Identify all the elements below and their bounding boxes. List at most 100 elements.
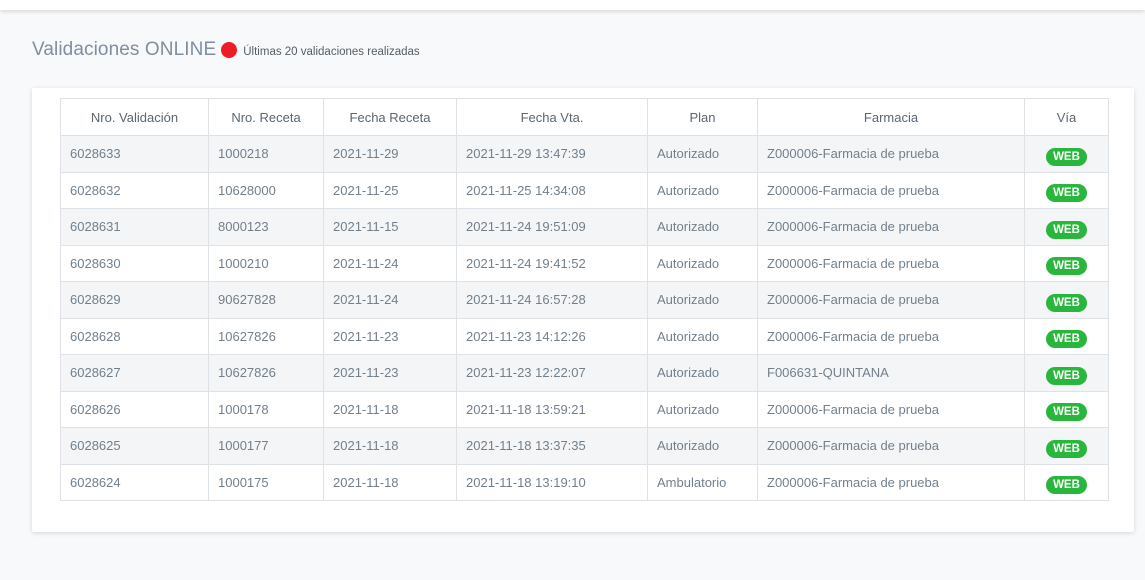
cell-fecha-receta: 2021-11-18 bbox=[323, 463, 457, 501]
cell-via: WEB bbox=[1024, 463, 1109, 501]
cell-nro-validacion: 6028630 bbox=[60, 244, 209, 282]
cell-nro-receta: 10627826 bbox=[208, 354, 324, 392]
cell-fecha-vta: 2021-11-18 13:37:35 bbox=[456, 427, 648, 465]
column-header-fecha-vta[interactable]: Fecha Vta. bbox=[456, 98, 648, 136]
cell-fecha-vta: 2021-11-25 14:34:08 bbox=[456, 171, 648, 209]
cell-nro-receta: 1000210 bbox=[208, 244, 324, 282]
column-header-via[interactable]: Vía bbox=[1024, 98, 1109, 136]
column-header-nro-validacion[interactable]: Nro. Validación bbox=[60, 98, 209, 136]
cell-plan: Autorizado bbox=[647, 317, 758, 355]
table-row[interactable]: 6028624 1000175 2021-11-18 2021-11-18 13:19… bbox=[60, 463, 1109, 501]
table-row[interactable]: 6028631 8000123 2021-11-15 2021-11-24 19:51… bbox=[60, 208, 1109, 246]
cell-via: WEB bbox=[1024, 427, 1109, 465]
page-title: Validaciones ONLINE bbox=[32, 39, 217, 60]
cell-fecha-receta: 2021-11-18 bbox=[323, 390, 457, 428]
cell-plan: Ambulatorio bbox=[647, 463, 758, 501]
cell-nro-receta: 1000177 bbox=[208, 427, 324, 465]
cell-fecha-receta: 2021-11-24 bbox=[323, 244, 457, 282]
validations-table: Nro. Validación Nro. Receta Fecha Receta… bbox=[60, 98, 1109, 501]
via-badge: WEB bbox=[1046, 330, 1087, 349]
cell-via: WEB bbox=[1024, 281, 1109, 319]
cell-fecha-vta: 2021-11-23 14:12:26 bbox=[456, 317, 648, 355]
cell-farmacia: Z000006-Farmacia de prueba bbox=[757, 463, 1025, 501]
table-row[interactable]: 6028629 90627828 2021-11-24 2021-11-24 16:5… bbox=[60, 281, 1109, 319]
cell-fecha-receta: 2021-11-23 bbox=[323, 354, 457, 392]
cell-nro-validacion: 6028625 bbox=[60, 427, 209, 465]
via-badge: WEB bbox=[1046, 220, 1087, 239]
cell-fecha-receta: 2021-11-15 bbox=[323, 208, 457, 246]
via-badge: WEB bbox=[1046, 184, 1087, 203]
cell-farmacia: Z000006-Farmacia de prueba bbox=[757, 244, 1025, 282]
cell-plan: Autorizado bbox=[647, 244, 758, 282]
cell-nro-receta: 1000178 bbox=[208, 390, 324, 428]
cell-plan: Autorizado bbox=[647, 427, 758, 465]
column-header-farmacia[interactable]: Farmacia bbox=[757, 98, 1025, 136]
page-subtitle: Últimas 20 validaciones realizadas bbox=[243, 46, 420, 58]
column-header-fecha-receta[interactable]: Fecha Receta bbox=[323, 98, 457, 136]
via-badge: WEB bbox=[1046, 366, 1087, 385]
cell-fecha-vta: 2021-11-23 12:22:07 bbox=[456, 354, 648, 392]
column-header-nro-receta[interactable]: Nro. Receta bbox=[208, 98, 324, 136]
cell-nro-receta: 8000123 bbox=[208, 208, 324, 246]
table-row[interactable]: 6028628 10627826 2021-11-23 2021-11-23 14:1… bbox=[60, 317, 1109, 355]
table-row[interactable]: 6028626 1000178 2021-11-18 2021-11-18 13:59… bbox=[60, 390, 1109, 428]
cell-plan: Autorizado bbox=[647, 281, 758, 319]
table-row[interactable]: 6028633 1000218 2021-11-29 2021-11-29 13:47… bbox=[60, 135, 1109, 173]
cell-farmacia: Z000006-Farmacia de prueba bbox=[757, 317, 1025, 355]
cell-nro-validacion: 6028626 bbox=[60, 390, 209, 428]
cell-nro-receta: 10627826 bbox=[208, 317, 324, 355]
cell-farmacia: Z000006-Farmacia de prueba bbox=[757, 281, 1025, 319]
cell-via: WEB bbox=[1024, 171, 1109, 209]
cell-plan: Autorizado bbox=[647, 208, 758, 246]
cell-fecha-vta: 2021-11-24 19:41:52 bbox=[456, 244, 648, 282]
table-row[interactable]: 6028627 10627826 2021-11-23 2021-11-23 12:2… bbox=[60, 354, 1109, 392]
cell-fecha-receta: 2021-11-25 bbox=[323, 171, 457, 209]
cell-nro-receta: 10628000 bbox=[208, 171, 324, 209]
cell-nro-validacion: 6028631 bbox=[60, 208, 209, 246]
cell-fecha-receta: 2021-11-24 bbox=[323, 281, 457, 319]
cell-fecha-vta: 2021-11-24 16:57:28 bbox=[456, 281, 648, 319]
via-badge: WEB bbox=[1046, 476, 1087, 495]
via-badge: WEB bbox=[1046, 293, 1087, 312]
via-badge: WEB bbox=[1046, 403, 1087, 422]
cell-farmacia: F006631-QUINTANA bbox=[757, 354, 1025, 392]
live-indicator-icon bbox=[221, 42, 238, 58]
top-bar bbox=[0, 0, 1145, 10]
table-row[interactable]: 6028625 1000177 2021-11-18 2021-11-18 13:37… bbox=[60, 427, 1109, 465]
via-badge: WEB bbox=[1046, 439, 1087, 458]
cell-farmacia: Z000006-Farmacia de prueba bbox=[757, 427, 1025, 465]
cell-farmacia: Z000006-Farmacia de prueba bbox=[757, 390, 1025, 428]
via-badge: WEB bbox=[1046, 257, 1087, 276]
cell-nro-receta: 1000218 bbox=[208, 135, 324, 173]
cell-nro-validacion: 6028624 bbox=[60, 463, 209, 501]
table-row[interactable]: 6028632 10628000 2021-11-25 2021-11-25 14:3… bbox=[60, 171, 1109, 209]
cell-farmacia: Z000006-Farmacia de prueba bbox=[757, 208, 1025, 246]
cell-nro-validacion: 6028632 bbox=[60, 171, 209, 209]
cell-fecha-vta: 2021-11-18 13:59:21 bbox=[456, 390, 648, 428]
cell-via: WEB bbox=[1024, 135, 1109, 173]
cell-nro-validacion: 6028627 bbox=[60, 354, 209, 392]
cell-via: WEB bbox=[1024, 354, 1109, 392]
cell-plan: Autorizado bbox=[647, 354, 758, 392]
cell-fecha-receta: 2021-11-18 bbox=[323, 427, 457, 465]
cell-via: WEB bbox=[1024, 208, 1109, 246]
cell-fecha-vta: 2021-11-24 19:51:09 bbox=[456, 208, 648, 246]
cell-via: WEB bbox=[1024, 244, 1109, 282]
cell-nro-validacion: 6028628 bbox=[60, 317, 209, 355]
cell-plan: Autorizado bbox=[647, 390, 758, 428]
cell-via: WEB bbox=[1024, 390, 1109, 428]
cell-via: WEB bbox=[1024, 317, 1109, 355]
cell-farmacia: Z000006-Farmacia de prueba bbox=[757, 171, 1025, 209]
via-badge: WEB bbox=[1046, 147, 1087, 166]
page-header: Validaciones ONLINE Últimas 20 validacio… bbox=[32, 38, 420, 62]
cell-nro-receta: 90627828 bbox=[208, 281, 324, 319]
table-header-row: Nro. Validación Nro. Receta Fecha Receta… bbox=[60, 98, 1109, 136]
cell-nro-validacion: 6028633 bbox=[60, 135, 209, 173]
cell-fecha-vta: 2021-11-29 13:47:39 bbox=[456, 135, 648, 173]
table-row[interactable]: 6028630 1000210 2021-11-24 2021-11-24 19:41… bbox=[60, 244, 1109, 282]
cell-fecha-receta: 2021-11-29 bbox=[323, 135, 457, 173]
cell-fecha-vta: 2021-11-18 13:19:10 bbox=[456, 463, 648, 501]
cell-plan: Autorizado bbox=[647, 135, 758, 173]
column-header-plan[interactable]: Plan bbox=[647, 98, 758, 136]
cell-nro-receta: 1000175 bbox=[208, 463, 324, 501]
